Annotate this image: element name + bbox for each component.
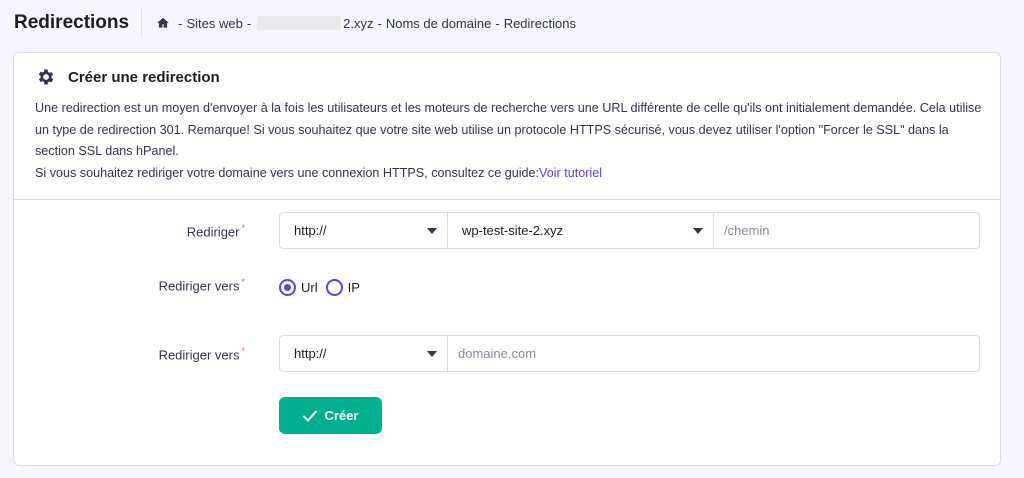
redacted-domain: [257, 16, 342, 30]
redirect-protocol-value: http://: [294, 223, 327, 238]
redirect-label: Rediriger *: [5, 223, 245, 239]
create-button[interactable]: Créer: [279, 397, 382, 434]
chevron-down-icon: [693, 227, 703, 234]
home-icon[interactable]: [156, 16, 170, 30]
description-https-text: Si vous souhaitez rediriger votre domain…: [35, 165, 540, 180]
radio-ip-label[interactable]: IP: [348, 280, 360, 295]
radio-selected-dot: [284, 284, 291, 291]
divider: [14, 199, 1000, 200]
radio-url[interactable]: [279, 279, 296, 296]
breadcrumb-current: Redirections: [503, 15, 576, 31]
check-icon: [302, 410, 317, 422]
breadcrumb-domain[interactable]: 2.xyz: [343, 16, 373, 31]
redirect-source-group: http:// wp-test-site-2.xyz: [279, 212, 980, 249]
chevron-down-icon: [427, 227, 437, 234]
required-marker: *: [241, 346, 245, 356]
radio-ip[interactable]: [325, 279, 343, 296]
redirect-domain-value: wp-test-site-2.xyz: [462, 223, 564, 238]
redirect-domain-select[interactable]: wp-test-site-2.xyz: [448, 213, 714, 248]
breadcrumb-separator: -: [377, 15, 382, 31]
description-text: Une redirection est un moyen d'envoyer à…: [35, 101, 982, 158]
tutorial-link[interactable]: Voir tutoriel: [539, 166, 602, 180]
page-title: Redirections: [14, 8, 143, 38]
breadcrumb-separator: -: [178, 15, 183, 31]
card-description: Une redirection est un moyen d'envoyer à…: [35, 98, 985, 184]
card-title: Créer une redirection: [68, 68, 220, 86]
redirect-protocol-select[interactable]: http://: [280, 213, 448, 248]
redirect-type-radios: Url IP: [279, 279, 368, 296]
chevron-down-icon: [427, 350, 437, 357]
breadcrumb-sites[interactable]: Sites web: [186, 16, 242, 31]
required-marker: *: [241, 223, 245, 233]
breadcrumb-domains[interactable]: Noms de domaine: [386, 16, 492, 31]
redirect-type-label-text: Rediriger vers: [158, 278, 240, 294]
create-button-label: Créer: [324, 408, 359, 423]
radio-url-label[interactable]: Url: [301, 280, 318, 295]
breadcrumb-separator: -: [246, 15, 252, 31]
required-marker: *: [241, 277, 245, 287]
card-header: Créer une redirection: [36, 67, 220, 87]
breadcrumb: - Sites web - 2.xyz - Noms de domaine - …: [156, 16, 576, 31]
page-header: Redirections - Sites web - 2.xyz - Noms …: [14, 8, 576, 38]
create-redirect-card: Créer une redirection Une redirection es…: [13, 52, 1001, 466]
redirect-path-input[interactable]: [714, 213, 979, 248]
redirect-target-label: Rediriger vers *: [5, 346, 245, 362]
redirect-label-text: Rediriger: [186, 224, 240, 240]
gear-icon: [36, 67, 56, 87]
breadcrumb-separator: -: [495, 15, 500, 31]
target-protocol-select[interactable]: http://: [280, 336, 448, 371]
redirect-type-label: Rediriger vers *: [5, 277, 245, 293]
redirect-target-group: http://: [279, 335, 980, 372]
target-domain-input[interactable]: [448, 336, 979, 371]
redirect-target-label-text: Rediriger vers: [158, 347, 240, 363]
target-protocol-value: http://: [294, 346, 327, 361]
